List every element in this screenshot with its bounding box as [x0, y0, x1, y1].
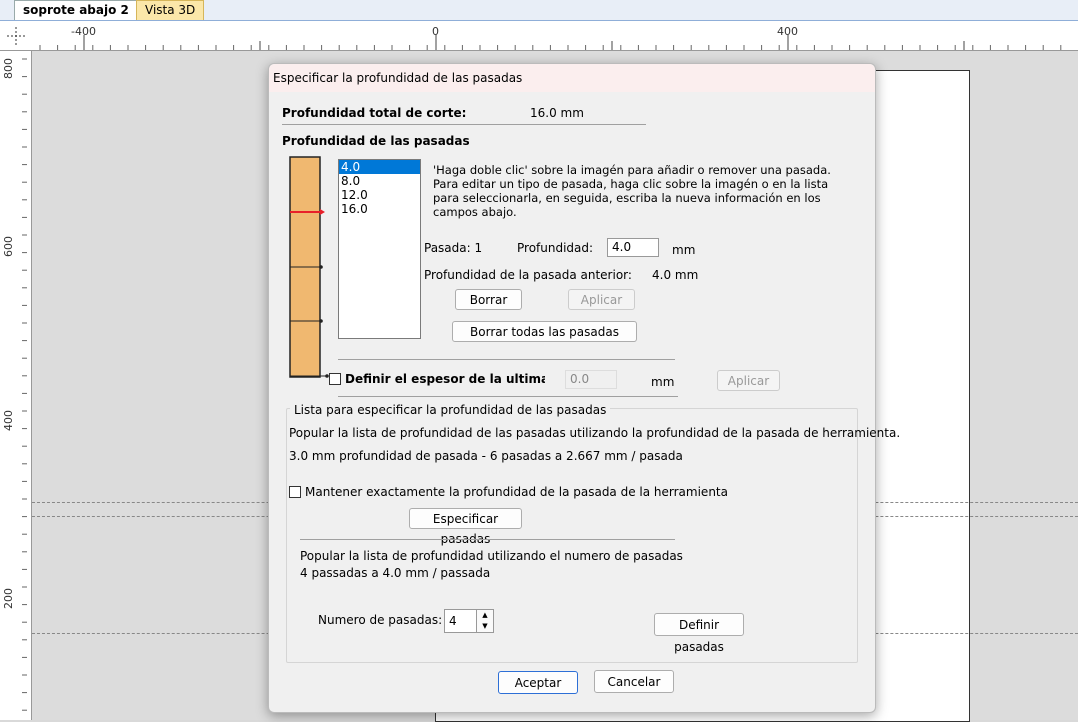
list-item[interactable]: 8.0	[339, 174, 420, 188]
list-item[interactable]: 16.0	[339, 202, 420, 216]
divider	[282, 124, 646, 125]
last-thickness-label: Definir el espesor de la ultima pa	[345, 372, 545, 386]
instruction-line: Para editar un tipo de pasada, haga clic…	[433, 177, 829, 191]
apply-pass-button[interactable]: Aplicar	[568, 289, 635, 310]
tool-pass-summary: 3.0 mm profundidad de pasada - 6 pasadas…	[289, 449, 683, 463]
vertical-ruler-ticks	[22, 58, 27, 711]
keep-exact-label: Mantener exactamente la profundidad de l…	[305, 485, 728, 499]
document-tab-bar: soprote abajo 2 Vista 3D	[0, 0, 1078, 21]
populate-tool-text: Popular la lista de profundidad de las p…	[289, 426, 901, 440]
list-item[interactable]: 4.0	[339, 160, 420, 174]
ruler-label-400: 400	[777, 25, 798, 38]
total-depth-label: Profundidad total de corte:	[282, 106, 467, 120]
ruler-ticks	[39, 35, 1062, 50]
ok-button[interactable]: Aceptar	[498, 671, 578, 694]
delete-pass-button[interactable]: Borrar	[455, 289, 522, 310]
keep-exact-checkbox[interactable]	[289, 486, 301, 498]
crosshair-icon	[7, 27, 25, 45]
last-thickness-input[interactable]: 0.0	[565, 370, 617, 389]
delete-all-passes-button[interactable]: Borrar todas las pasadas	[452, 321, 637, 342]
divider	[338, 396, 678, 397]
last-thickness-checkbox[interactable]	[329, 373, 341, 385]
list-item[interactable]: 12.0	[339, 188, 420, 202]
instruction-line: campos abajo.	[433, 205, 517, 219]
dialog-title: Especificar la profundidad de las pasada…	[269, 64, 875, 92]
pass-number-label: Pasada: 1	[424, 241, 483, 255]
apply-last-thickness-button[interactable]: Aplicar	[717, 370, 780, 391]
tab-vista-3d[interactable]: Vista 3D	[136, 0, 205, 20]
divider	[338, 359, 675, 360]
populate-number-text: Popular la lista de profundidad utilizan…	[300, 549, 683, 563]
instructions-text: 'Haga doble clic' sobre la imagén para a…	[433, 163, 831, 219]
divider	[300, 539, 675, 540]
spin-down-icon[interactable]: ▼	[477, 621, 493, 632]
horizontal-ruler: -400 0 400	[31, 21, 1078, 51]
number-summary: 4 passadas a 4.0 mm / passada	[300, 566, 491, 580]
depth-label: Profundidad:	[517, 241, 594, 255]
total-depth-value: 16.0 mm	[530, 106, 584, 120]
pass-list[interactable]: 4.0 8.0 12.0 16.0	[338, 159, 421, 339]
ruler-label-200: 200	[2, 588, 15, 609]
depth-unit: mm	[672, 243, 696, 257]
vertical-ruler: 800 600 400 200	[0, 51, 32, 720]
cancel-button[interactable]: Cancelar	[594, 670, 674, 693]
passes-heading: Profundidad de las pasadas	[282, 134, 470, 148]
tab-soprote-abajo-2[interactable]: soprote abajo 2	[14, 0, 138, 20]
specify-passes-button[interactable]: Especificar pasadas	[409, 508, 522, 546]
number-of-passes-input[interactable]: 4	[444, 609, 477, 633]
depth-graphic[interactable]	[287, 156, 333, 380]
ruler-label-minus400: -400	[71, 25, 96, 38]
group-title: Lista para especificar la profundidad de…	[290, 403, 611, 417]
ruler-label-400v: 400	[2, 410, 15, 431]
number-of-passes-label: Numero de pasadas:	[318, 613, 443, 627]
ruler-label-800: 800	[2, 58, 15, 79]
instruction-line: para seleccionarla, en seguida, escriba …	[433, 191, 821, 205]
ruler-corner[interactable]	[0, 21, 32, 51]
define-passes-button[interactable]: Definir pasadas	[654, 613, 744, 654]
ruler-label-600: 600	[2, 236, 15, 257]
pass-depth-dialog: Especificar la profundidad de las pasada…	[268, 63, 900, 713]
depth-input[interactable]: 4.0	[607, 238, 659, 257]
instruction-line: 'Haga doble clic' sobre la imagén para a…	[433, 163, 831, 177]
prev-depth-value: 4.0 mm	[652, 268, 699, 282]
ruler-label-0: 0	[432, 25, 439, 38]
spin-up-icon[interactable]: ▲	[477, 610, 493, 621]
prev-depth-label: Profundidad de la pasada anterior:	[424, 268, 632, 282]
number-spinner[interactable]: ▲ ▼	[476, 609, 494, 633]
last-thickness-unit: mm	[651, 375, 675, 389]
